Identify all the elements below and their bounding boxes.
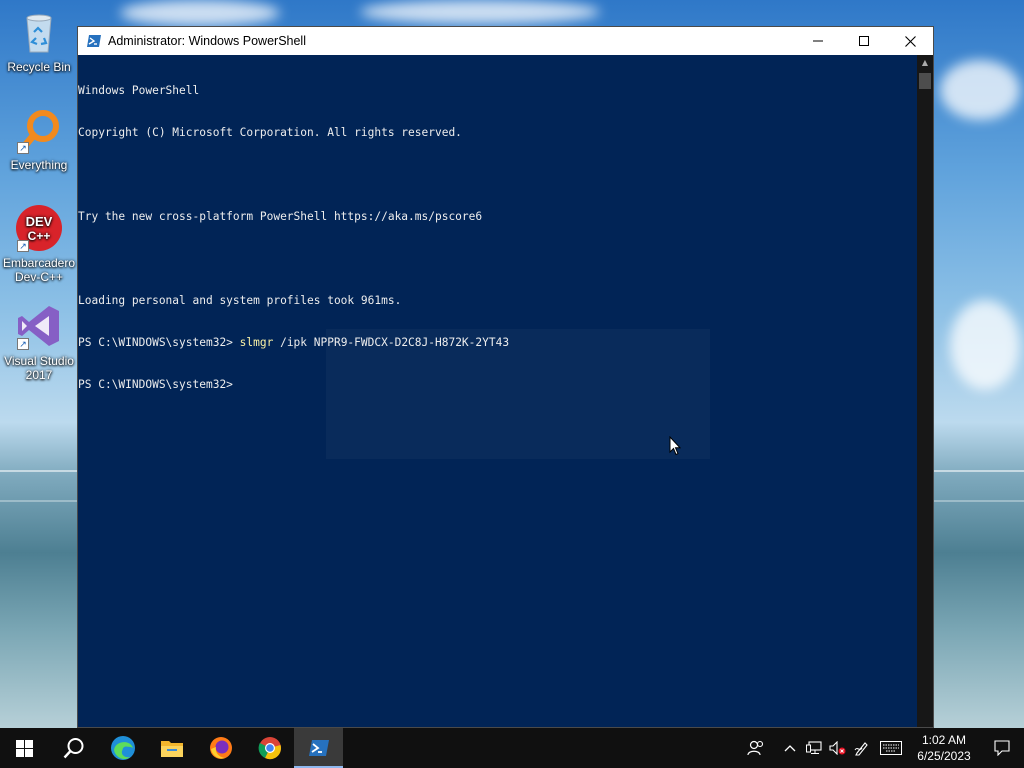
search-icon xyxy=(63,738,83,759)
powershell-window[interactable]: Administrator: Windows PowerShell Window… xyxy=(77,26,934,728)
shortcut-arrow-icon: ↗ xyxy=(17,338,29,350)
minimize-button[interactable] xyxy=(795,27,841,55)
desktop-icon-label: Visual Studio 2017 xyxy=(4,354,74,382)
taskbar-firefox[interactable] xyxy=(196,728,245,768)
devcpp-icon: DEV C++ ↗ xyxy=(15,204,63,252)
clock-date: 6/25/2023 xyxy=(917,749,971,763)
file-explorer-icon xyxy=(160,741,183,757)
network-icon[interactable] xyxy=(802,728,826,768)
edge-icon xyxy=(110,736,135,760)
start-icon xyxy=(16,739,33,757)
people-icon[interactable] xyxy=(744,728,768,768)
maximize-button[interactable] xyxy=(841,27,887,55)
powershell-icon xyxy=(308,740,329,756)
recycle-bin-icon xyxy=(15,8,63,56)
maximize-icon xyxy=(859,36,869,46)
shortcut-arrow-icon: ↗ xyxy=(17,240,29,252)
desktop-icon-everything[interactable]: ↗ Everything xyxy=(2,106,76,172)
scroll-up-icon[interactable]: ▲ xyxy=(917,55,933,71)
search-button[interactable] xyxy=(49,728,98,768)
svg-text:C++: C++ xyxy=(28,229,51,243)
taskbar-chrome[interactable] xyxy=(245,728,294,768)
clock-time: 1:02 AM xyxy=(921,733,967,747)
action-center-button[interactable] xyxy=(980,728,1024,768)
scrollbar-thumb[interactable] xyxy=(919,73,931,89)
chrome-icon xyxy=(258,737,281,760)
desktop-icon-devcpp[interactable]: DEV C++ ↗ Embarcadero Dev-C++ xyxy=(2,204,76,284)
firefox-icon xyxy=(209,737,232,759)
console-line: Copyright (C) Microsoft Corporation. All… xyxy=(78,126,462,139)
pen-workspace-icon[interactable] xyxy=(850,728,874,768)
cloud xyxy=(940,60,1020,120)
mouse-cursor-icon xyxy=(669,436,681,456)
svg-text:DEV: DEV xyxy=(26,214,53,229)
start-button[interactable] xyxy=(0,728,49,768)
cloud xyxy=(120,0,280,26)
desktop-icon-label: Embarcadero Dev-C++ xyxy=(2,256,76,284)
taskbar-clock[interactable]: 1:02 AM 6/25/2023 xyxy=(908,732,980,764)
console-line: Loading personal and system profiles too… xyxy=(78,294,402,307)
cloud xyxy=(950,300,1020,390)
cloud xyxy=(360,0,600,24)
vertical-scrollbar[interactable]: ▲ xyxy=(917,55,933,727)
powershell-icon xyxy=(86,33,102,49)
desktop-icon-label: Recycle Bin xyxy=(7,60,71,74)
notification-icon xyxy=(994,740,1010,756)
close-icon xyxy=(904,35,916,47)
taskbar-edge[interactable] xyxy=(98,728,147,768)
console-line: Try the new cross-platform PowerShell ht… xyxy=(78,210,483,223)
close-button[interactable] xyxy=(887,27,933,55)
taskbar: 1:02 AM 6/25/2023 xyxy=(0,728,1024,768)
command-name: slmgr xyxy=(239,336,274,349)
system-tray: 1:02 AM 6/25/2023 xyxy=(744,728,1024,768)
volume-muted-icon[interactable] xyxy=(826,728,850,768)
show-hidden-icons-chevron-icon[interactable] xyxy=(778,728,802,768)
taskbar-file-explorer[interactable] xyxy=(147,728,196,768)
desktop-icon-visual-studio[interactable]: ↗ Visual Studio 2017 xyxy=(2,302,76,382)
faded-dialog-overlay xyxy=(326,329,710,459)
prompt: PS C:\WINDOWS\system32> xyxy=(78,378,233,391)
everything-search-icon: ↗ xyxy=(15,106,63,154)
minimize-icon xyxy=(813,40,823,42)
window-titlebar[interactable]: Administrator: Windows PowerShell xyxy=(78,27,933,55)
window-title: Administrator: Windows PowerShell xyxy=(108,34,306,48)
desktop-icon-label: Everything xyxy=(10,158,68,172)
desktop-icon-recycle-bin[interactable]: Recycle Bin xyxy=(2,8,76,74)
prompt: PS C:\WINDOWS\system32> xyxy=(78,336,240,349)
visual-studio-icon: ↗ xyxy=(15,302,63,350)
shortcut-arrow-icon: ↗ xyxy=(17,142,29,154)
touch-keyboard-icon[interactable] xyxy=(874,728,908,768)
console-line: Windows PowerShell xyxy=(78,84,200,97)
taskbar-powershell[interactable] xyxy=(294,728,343,768)
